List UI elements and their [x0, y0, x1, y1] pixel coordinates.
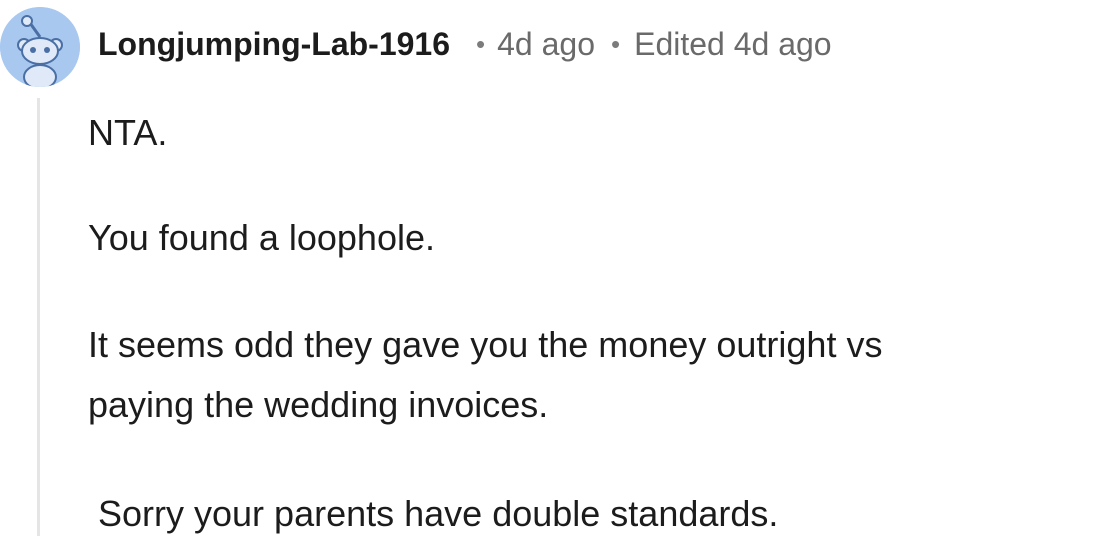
comment: Longjumping-Lab-1916 • 4d ago • Edited 4…: [0, 0, 1096, 536]
comment-header: Longjumping-Lab-1916 • 4d ago • Edited 4…: [98, 20, 832, 68]
avatar[interactable]: [0, 7, 80, 87]
separator-dot: •: [476, 28, 486, 59]
thread-collapse-line[interactable]: [37, 98, 40, 536]
comment-paragraph: You found a loophole.: [88, 217, 435, 258]
comment-paragraph: Sorry your parents have double standards…: [88, 493, 779, 534]
comment-paragraph: It seems odd they gave you the money out…: [88, 324, 883, 365]
separator-dot: •: [610, 28, 621, 59]
posted-time: 4d ago: [497, 25, 595, 62]
author-username[interactable]: Longjumping-Lab-1916: [98, 26, 450, 63]
comment-paragraph: paying the wedding invoices.: [88, 384, 549, 425]
comment-paragraph: NTA.: [88, 112, 168, 153]
snoo-avatar-icon: [0, 7, 80, 87]
edited-time: Edited 4d ago: [634, 25, 832, 62]
